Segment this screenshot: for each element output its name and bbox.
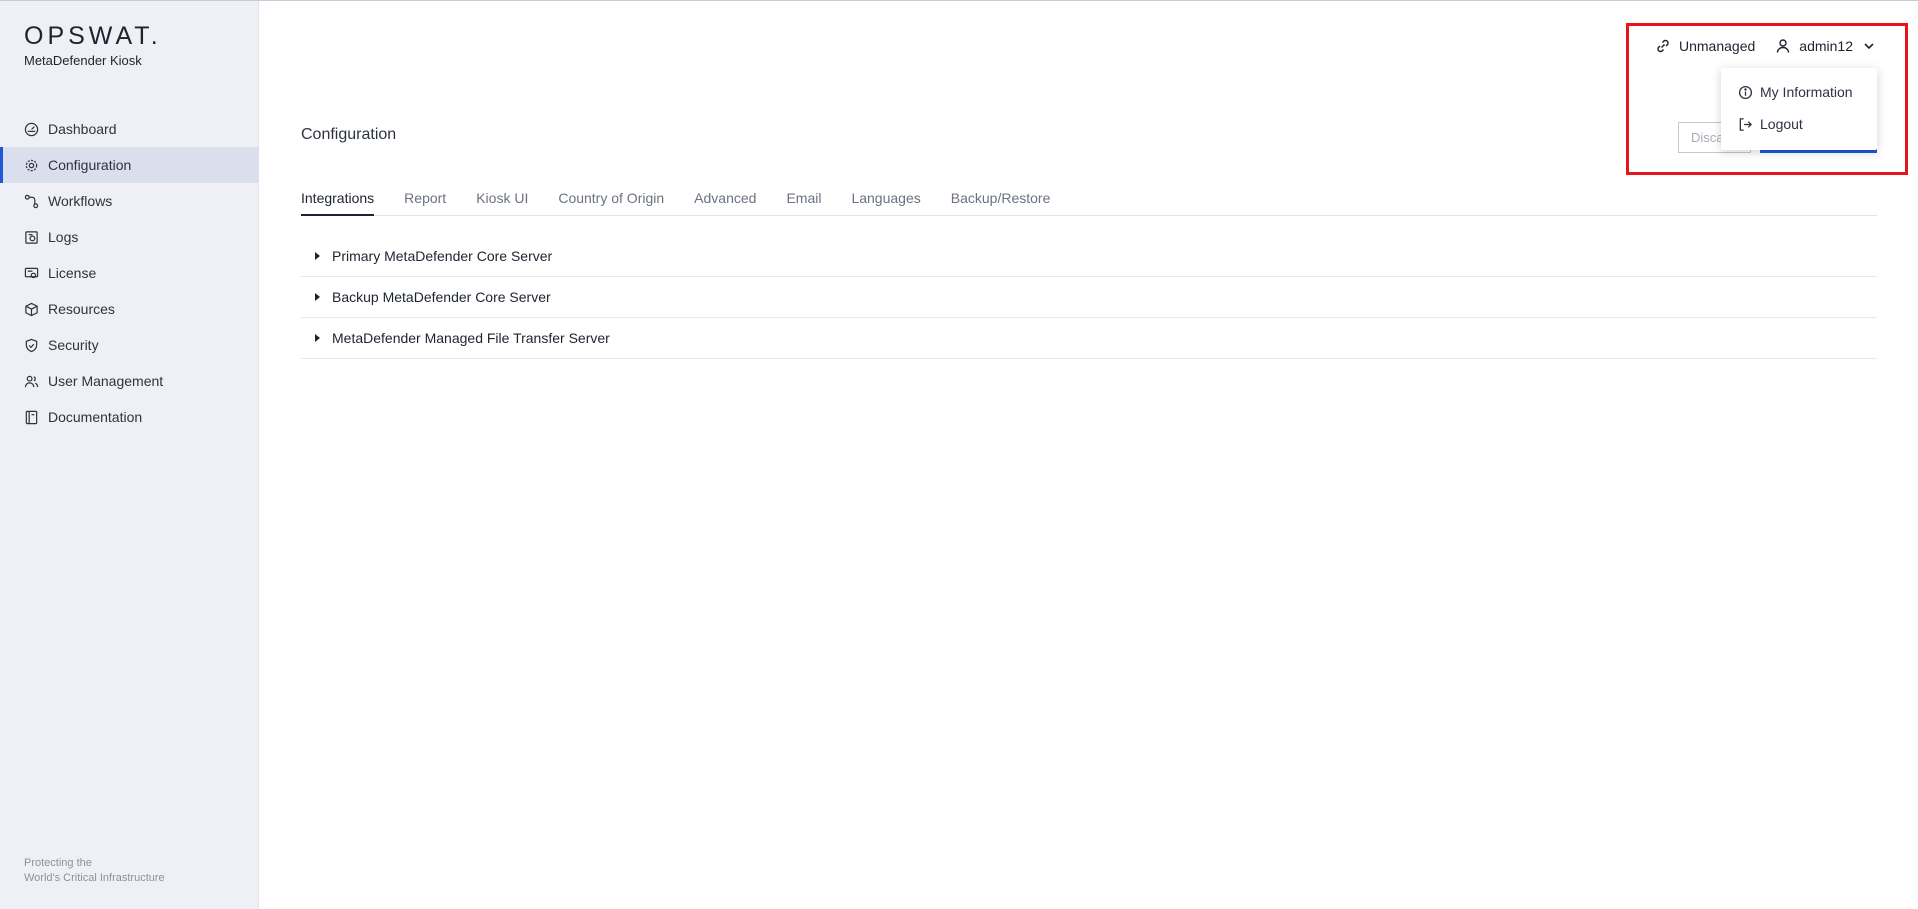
tab-email[interactable]: Email bbox=[786, 186, 821, 216]
info-icon bbox=[1738, 85, 1753, 99]
tab-advanced[interactable]: Advanced bbox=[694, 186, 756, 216]
workflow-icon bbox=[24, 194, 39, 209]
user-dropdown-menu: My Information Logout bbox=[1721, 68, 1877, 150]
sidebar-item-label: Configuration bbox=[48, 157, 132, 173]
menu-item-label: Logout bbox=[1760, 116, 1803, 132]
tab-backup-restore[interactable]: Backup/Restore bbox=[951, 186, 1051, 216]
sidebar-item-label: User Management bbox=[48, 373, 164, 389]
sidebar-item-label: Resources bbox=[48, 301, 115, 317]
config-tabs: Integrations Report Kiosk UI Country of … bbox=[301, 186, 1877, 216]
sidebar-item-label: Dashboard bbox=[48, 121, 117, 137]
tagline: Protecting the World's Critical Infrastr… bbox=[24, 856, 165, 886]
link-icon bbox=[1657, 39, 1669, 53]
accordion-mft-server[interactable]: MetaDefender Managed File Transfer Serve… bbox=[301, 318, 1877, 359]
accordion-label: Backup MetaDefender Core Server bbox=[332, 289, 551, 305]
sidebar-item-label: Logs bbox=[48, 229, 79, 245]
shield-icon bbox=[24, 338, 39, 353]
accordion-backup-core-server[interactable]: Backup MetaDefender Core Server bbox=[301, 277, 1877, 318]
sidebar-item-dashboard[interactable]: Dashboard bbox=[0, 111, 259, 147]
dashboard-icon bbox=[24, 122, 39, 137]
cube-icon bbox=[24, 302, 39, 317]
caret-right-icon bbox=[315, 334, 320, 342]
product-name: MetaDefender Kiosk bbox=[24, 53, 142, 68]
user-menu-button[interactable]: admin12 bbox=[1775, 38, 1877, 54]
logs-icon bbox=[24, 230, 39, 245]
unmanaged-button[interactable]: Unmanaged bbox=[1655, 38, 1755, 54]
logout-icon bbox=[1739, 117, 1753, 131]
accordion-label: MetaDefender Managed File Transfer Serve… bbox=[332, 330, 610, 346]
unmanaged-label: Unmanaged bbox=[1679, 38, 1756, 54]
sidebar-item-user-management[interactable]: User Management bbox=[0, 363, 259, 399]
book-icon bbox=[24, 410, 39, 425]
sidebar-item-label: Workflows bbox=[48, 193, 113, 209]
user-icon bbox=[1777, 39, 1790, 53]
menu-item-my-information[interactable]: My Information bbox=[1721, 76, 1877, 108]
tagline-line-2: World's Critical Infrastructure bbox=[24, 872, 165, 884]
tagline-line-1: Protecting the bbox=[24, 857, 92, 869]
sidebar-item-security[interactable]: Security bbox=[0, 327, 259, 363]
page-title: Configuration bbox=[301, 126, 397, 143]
sidebar-item-workflows[interactable]: Workflows bbox=[0, 183, 259, 219]
menu-item-logout[interactable]: Logout bbox=[1721, 108, 1877, 140]
sidebar-nav: Dashboard Configuration Workflows Logs L… bbox=[0, 111, 259, 435]
tab-kiosk-ui[interactable]: Kiosk UI bbox=[476, 186, 528, 216]
sidebar-item-label: Security bbox=[48, 337, 99, 353]
sidebar: OPSWAT. MetaDefender Kiosk Dashboard Con… bbox=[0, 1, 259, 909]
menu-item-label: My Information bbox=[1760, 84, 1853, 100]
accordion-label: Primary MetaDefender Core Server bbox=[332, 248, 553, 264]
sidebar-item-documentation[interactable]: Documentation bbox=[0, 399, 259, 435]
sidebar-item-logs[interactable]: Logs bbox=[0, 219, 259, 255]
gear-icon bbox=[24, 158, 39, 173]
tab-report[interactable]: Report bbox=[404, 186, 446, 216]
username: admin12 bbox=[1799, 38, 1853, 54]
caret-right-icon bbox=[315, 293, 320, 301]
opswat-logo: OPSWAT. bbox=[24, 22, 162, 50]
brand: OPSWAT. MetaDefender Kiosk bbox=[24, 22, 162, 69]
tab-languages[interactable]: Languages bbox=[851, 186, 920, 216]
sidebar-item-label: License bbox=[48, 265, 97, 281]
accordion-primary-core-server[interactable]: Primary MetaDefender Core Server bbox=[301, 236, 1877, 277]
users-icon bbox=[24, 374, 39, 389]
sidebar-item-configuration[interactable]: Configuration bbox=[0, 147, 259, 183]
caret-right-icon bbox=[315, 252, 320, 260]
header-actions: Unmanaged admin12 bbox=[1655, 38, 1877, 54]
sidebar-item-license[interactable]: License bbox=[0, 255, 259, 291]
chevron-down-icon bbox=[1864, 43, 1874, 50]
tab-country-of-origin[interactable]: Country of Origin bbox=[558, 186, 664, 216]
top-divider bbox=[0, 0, 1918, 1]
sidebar-item-label: Documentation bbox=[48, 409, 143, 425]
sidebar-item-resources[interactable]: Resources bbox=[0, 291, 259, 327]
tab-integrations[interactable]: Integrations bbox=[301, 186, 375, 216]
integrations-accordion: Primary MetaDefender Core Server Backup … bbox=[301, 236, 1877, 359]
license-icon bbox=[24, 266, 39, 281]
